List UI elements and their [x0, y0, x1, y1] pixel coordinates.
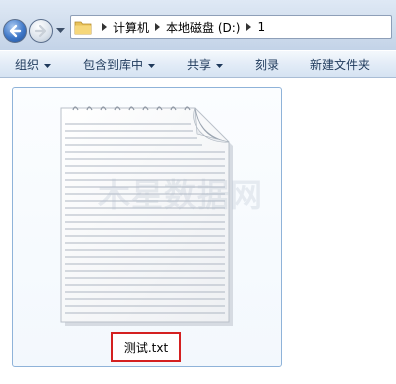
recent-pages-dropdown-icon[interactable]: [56, 28, 65, 34]
file-name[interactable]: 测试.txt: [124, 339, 168, 356]
chevron-down-icon: [44, 63, 52, 68]
back-arrow-icon: [9, 24, 22, 38]
breadcrumb-item-computer[interactable]: 计算机: [113, 19, 149, 36]
watermark: 木星数据网: [98, 176, 264, 214]
address-bar[interactable]: 计算机 本地磁盘 (D:) 1: [70, 15, 392, 39]
back-button[interactable]: [3, 19, 27, 43]
chevron-down-icon: [148, 63, 156, 68]
include-in-library-menu[interactable]: 包含到库中: [83, 57, 156, 73]
file-name-label-highlighted[interactable]: 测试.txt: [111, 332, 181, 362]
chevron-down-icon: [216, 63, 224, 68]
share-menu[interactable]: 共享: [187, 57, 224, 73]
file-item[interactable]: 测试.txt: [12, 87, 282, 367]
breadcrumb-separator-icon[interactable]: [155, 23, 161, 31]
breadcrumb-separator-icon[interactable]: [102, 23, 107, 31]
breadcrumb-item-local-disk[interactable]: 本地磁盘 (D:): [166, 19, 240, 36]
share-label: 共享: [187, 58, 212, 72]
navigation-bar: 计算机 本地磁盘 (D:) 1: [0, 0, 396, 50]
new-folder-label: 新建文件夹: [310, 58, 371, 72]
organize-menu[interactable]: 组织: [15, 57, 52, 73]
forward-arrow-icon: [34, 24, 47, 38]
forward-button[interactable]: [29, 19, 53, 43]
breadcrumb-item-folder-1[interactable]: 1: [257, 20, 265, 34]
organize-label: 组织: [15, 58, 40, 72]
breadcrumb-separator-icon[interactable]: [246, 23, 252, 31]
folder-icon: [74, 21, 92, 35]
include-in-library-label: 包含到库中: [83, 58, 144, 72]
burn-button[interactable]: 刻录: [255, 57, 279, 73]
command-toolbar: 组织 包含到库中 共享 刻录 新建文件夹: [0, 50, 396, 78]
file-list-pane[interactable]: 测试.txt 木星数据网: [0, 78, 396, 384]
new-folder-button[interactable]: 新建文件夹: [310, 57, 370, 73]
burn-label: 刻录: [255, 58, 280, 72]
